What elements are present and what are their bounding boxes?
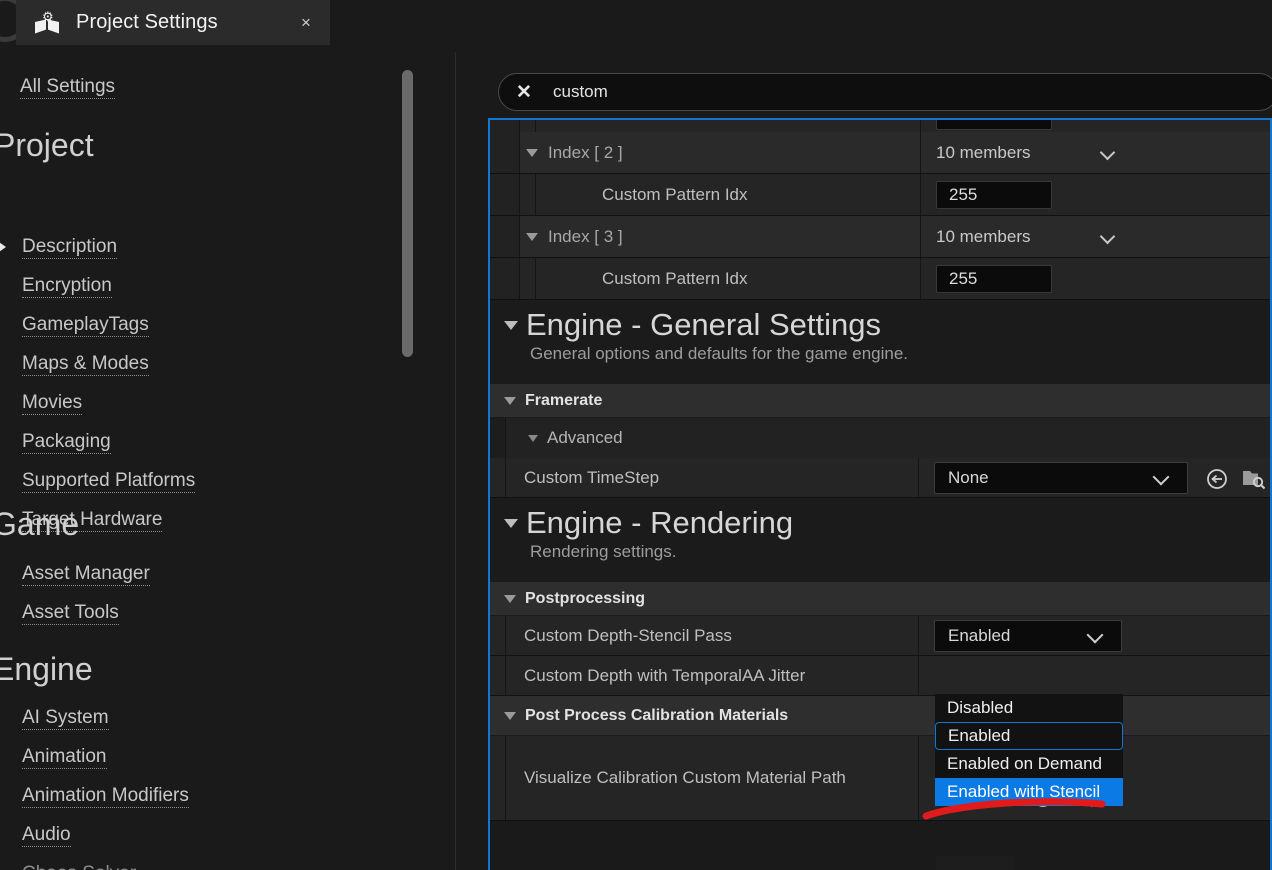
chevron-down-icon[interactable] xyxy=(1100,145,1116,161)
sidebar-item-encryption[interactable]: Encryption xyxy=(22,275,112,298)
expand-triangle-icon[interactable] xyxy=(526,232,538,241)
property-label: Custom Depth with TemporalAA Jitter xyxy=(524,665,806,685)
array-index-label: Index [ 2 ] xyxy=(548,142,623,162)
category-label: Framerate xyxy=(525,391,603,409)
section-engine-rendering: Engine - Rendering Rendering settings. xyxy=(490,498,1270,582)
dropdown-option-disabled[interactable]: Disabled xyxy=(935,694,1123,722)
chevron-down-icon xyxy=(1087,628,1103,644)
collapse-triangle-icon[interactable] xyxy=(504,518,518,528)
custom-depth-stencil-dropdown[interactable]: Enabled xyxy=(934,620,1122,652)
property-label: Custom TimeStep xyxy=(524,467,660,487)
property-label: Visualize Calibration Custom Material Pa… xyxy=(524,768,846,787)
category-postprocessing[interactable]: Postprocessing xyxy=(490,582,1270,616)
section-title: Engine - Rendering xyxy=(526,505,794,540)
property-label: Custom Depth-Stencil Pass xyxy=(524,625,732,645)
sidebar-item-all-settings[interactable]: All Settings xyxy=(20,76,116,99)
sidebar-item-animation-modifiers[interactable]: Animation Modifiers xyxy=(22,785,189,808)
category-post-process-calibration-materials[interactable]: Post Process Calibration Materials xyxy=(490,696,1270,736)
row-custom-depth-stencil-pass: Custom Depth-Stencil Pass Enabled xyxy=(490,616,1270,656)
sidebar-item-asset-manager[interactable]: Asset Manager xyxy=(22,563,150,586)
reset-to-default-icon[interactable] xyxy=(1206,468,1228,495)
table-row[interactable]: Index [ 3 ] 10 members xyxy=(490,216,1270,258)
table-row[interactable]: Index [ 2 ] 10 members xyxy=(490,132,1270,174)
advanced-toggle-row[interactable]: Advanced xyxy=(490,418,1270,458)
member-count-label: 10 members xyxy=(936,226,1031,246)
sidebar-item-asset-tools[interactable]: Asset Tools xyxy=(22,602,119,625)
clear-search-icon[interactable]: ✕ xyxy=(513,81,535,103)
search-input[interactable]: ✕ custom xyxy=(498,73,1272,111)
sidebar-item-packaging[interactable]: Packaging xyxy=(22,431,111,454)
sidebar-item-animation[interactable]: Animation xyxy=(22,746,107,769)
panel-divider xyxy=(455,52,456,870)
category-label: Post Process Calibration Materials xyxy=(525,706,789,724)
tab-title: Project Settings xyxy=(76,11,218,33)
section-title: Engine - General Settings xyxy=(526,307,881,342)
property-list: Index [ 2 ] 10 members Custom Pattern Id… xyxy=(488,118,1272,870)
sidebar-group-engine: Engine xyxy=(0,651,93,687)
custom-pattern-idx-field[interactable]: 255 xyxy=(936,180,1052,209)
category-label: Postprocessing xyxy=(525,589,646,607)
settings-sidebar: All Settings Project Description Encrypt… xyxy=(0,52,398,870)
table-row xyxy=(490,120,1270,132)
collapse-triangle-icon[interactable] xyxy=(504,711,516,720)
collapse-triangle-icon[interactable] xyxy=(504,320,518,330)
project-settings-icon: ⚙ xyxy=(34,10,60,35)
sidebar-item-maps-and-modes[interactable]: Maps & Modes xyxy=(22,353,149,376)
sidebar-item-ai-system[interactable]: AI System xyxy=(22,707,109,730)
category-framerate[interactable]: Framerate xyxy=(490,384,1270,418)
sidebar-item-gameplaytags[interactable]: GameplayTags xyxy=(22,314,149,337)
table-row: Custom Pattern Idx 255 xyxy=(490,174,1270,216)
row-custom-depth-temporalaa-jitter: Custom Depth with TemporalAA Jitter xyxy=(490,656,1270,696)
search-value: custom xyxy=(553,82,608,101)
row-visualize-calibration-custom-material-path: Visualize Calibration Custom Material Pa… xyxy=(490,736,1270,821)
tab-project-settings[interactable]: ⚙ Project Settings × xyxy=(16,0,330,45)
sidebar-item-supported-platforms[interactable]: Supported Platforms xyxy=(22,470,196,493)
property-label: Custom Pattern Idx xyxy=(602,184,748,204)
sidebar-item-audio[interactable]: Audio xyxy=(22,824,71,847)
table-row: Custom Pattern Idx 255 xyxy=(490,258,1270,300)
member-count-label: 10 members xyxy=(936,142,1031,162)
sidebar-item-chaos-solver[interactable]: Chaos Solver xyxy=(22,863,136,870)
sidebar-group-project: Project xyxy=(0,127,94,163)
expand-triangle-icon[interactable] xyxy=(526,148,538,157)
dropdown-option-enabled-on-demand[interactable]: Enabled on Demand xyxy=(935,750,1123,778)
section-description: Rendering settings. xyxy=(530,542,677,561)
chevron-down-icon xyxy=(1153,470,1169,486)
collapse-triangle-icon[interactable] xyxy=(504,594,516,603)
property-label: Custom Pattern Idx xyxy=(602,268,748,288)
asset-picker-popup[interactable]: None xyxy=(936,856,1014,870)
dropdown-value: Enabled xyxy=(948,626,1011,645)
collapse-triangle-icon[interactable] xyxy=(528,434,538,442)
section-engine-general-settings: Engine - General Settings General option… xyxy=(490,300,1270,384)
row-custom-timestep: Custom TimeStep None xyxy=(490,458,1270,498)
collapse-triangle-icon[interactable] xyxy=(504,396,516,405)
section-description: General options and defaults for the gam… xyxy=(530,344,909,363)
chevron-down-icon[interactable] xyxy=(1100,229,1116,245)
sidebar-item-description[interactable]: Description xyxy=(22,236,118,259)
project-settings-window: ⚙ Project Settings × All Settings Projec… xyxy=(0,0,1272,870)
sidebar-item-movies[interactable]: Movies xyxy=(22,392,83,415)
dropdown-value: None xyxy=(948,468,989,487)
advanced-label: Advanced xyxy=(547,428,623,447)
close-icon[interactable]: × xyxy=(296,14,316,31)
dropdown-option-enabled[interactable]: Enabled xyxy=(935,722,1123,750)
custom-depth-stencil-dropdown-menu: Disabled Enabled Enabled on Demand Enabl… xyxy=(935,694,1123,806)
chevron-right-icon[interactable] xyxy=(0,240,10,254)
custom-pattern-idx-field[interactable]: 255 xyxy=(936,264,1052,293)
sidebar-scrollbar-thumb[interactable] xyxy=(402,70,413,357)
sidebar-group-game: Game xyxy=(0,506,80,542)
dropdown-option-enabled-with-stencil[interactable]: Enabled with Stencil xyxy=(935,778,1123,806)
custom-timestep-dropdown[interactable]: None xyxy=(934,462,1188,494)
settings-main-panel: ✕ custom Index [ 2 ] 10 members Custom P… xyxy=(488,56,1272,870)
browse-to-asset-icon[interactable] xyxy=(1242,468,1266,495)
array-index-label: Index [ 3 ] xyxy=(548,226,623,246)
